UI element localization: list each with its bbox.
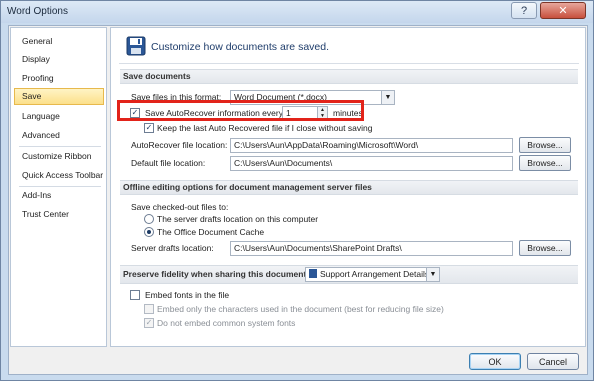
browse-label: Browse... (527, 140, 563, 150)
autorecover-location-label: AutoRecover file location: (131, 140, 228, 150)
browse-label: Browse... (527, 158, 563, 168)
cancel-button[interactable]: Cancel (527, 353, 579, 370)
browse-default-button[interactable]: Browse... (519, 155, 571, 171)
save-checked-out-label: Save checked-out files to: (131, 202, 229, 212)
server-drafts-value: C:\Users\Aun\Documents\SharePoint Drafts… (234, 243, 402, 253)
help-icon: ? (520, 4, 528, 17)
header-divider (119, 63, 579, 64)
default-location-value: C:\Users\Aun\Documents\ (234, 158, 333, 168)
radio-office-cache[interactable] (144, 227, 154, 237)
annotation-highlight-box (117, 100, 364, 121)
section-offline-editing: Offline editing options for document man… (120, 180, 578, 195)
nav-item-display[interactable]: Display (14, 51, 104, 68)
default-location-label: Default file location: (131, 158, 206, 168)
no-common-fonts-label: Do not embed common system fonts (157, 318, 296, 328)
nav-item-quick-access-toolbar[interactable]: Quick Access Toolbar (14, 167, 104, 184)
section-save-documents: Save documents (120, 69, 578, 84)
save-options-panel: Customize how documents are saved. Save … (110, 27, 586, 347)
nav-item-save[interactable]: Save (14, 88, 104, 105)
nav-item-add-ins[interactable]: Add-Ins (14, 187, 104, 204)
embed-fonts-label: Embed fonts in the file (145, 290, 230, 300)
nav-item-advanced[interactable]: Advanced (14, 127, 104, 144)
embed-fonts-checkbox[interactable] (130, 290, 140, 300)
ok-label: OK (488, 356, 502, 367)
fidelity-document-value: Support Arrangement Details (320, 269, 430, 279)
word-doc-icon (309, 269, 317, 278)
browse-server-drafts-button[interactable]: Browse... (519, 240, 571, 256)
dialog-body: General Display Proofing Save Language A… (8, 25, 588, 375)
nav-item-trust-center[interactable]: Trust Center (14, 206, 104, 223)
options-nav: General Display Proofing Save Language A… (10, 27, 107, 347)
cancel-label: Cancel (538, 356, 567, 367)
save-floppy-icon (126, 36, 146, 58)
radio-selected-dot (147, 230, 151, 234)
radio-server-drafts-label: The server drafts location on this compu… (157, 214, 319, 224)
fidelity-document-select[interactable]: Support Arrangement Details ▼ (305, 267, 440, 282)
radio-office-cache-label: The Office Document Cache (157, 227, 265, 237)
embed-chars-label: Embed only the characters used in the do… (157, 304, 444, 314)
ok-button[interactable]: OK (469, 353, 521, 370)
nav-item-language[interactable]: Language (14, 108, 104, 125)
nav-item-customize-ribbon[interactable]: Customize Ribbon (14, 148, 104, 165)
help-button[interactable]: ? (511, 2, 537, 19)
close-icon: ✕ (558, 5, 568, 17)
server-drafts-label: Server drafts location: (131, 243, 214, 253)
window-title: Word Options (7, 6, 68, 17)
close-button[interactable]: ✕ (540, 2, 586, 19)
keep-last-label: Keep the last Auto Recovered file if I c… (157, 123, 373, 133)
keep-last-checkbox[interactable]: ✓ (144, 123, 154, 133)
page-header: Customize how documents are saved. (151, 41, 330, 53)
embed-chars-checkbox[interactable] (144, 304, 154, 314)
chevron-down-icon: ▼ (426, 268, 439, 281)
nav-divider (19, 146, 101, 147)
nav-item-proofing[interactable]: Proofing (14, 70, 104, 87)
autorecover-location-input[interactable]: C:\Users\Aun\AppData\Roaming\Microsoft\W… (230, 138, 513, 153)
chevron-down-icon: ▼ (381, 91, 394, 104)
autorecover-location-value: C:\Users\Aun\AppData\Roaming\Microsoft\W… (234, 140, 419, 150)
nav-item-general[interactable]: General (14, 33, 104, 50)
word-options-dialog: Word Options ? ✕ General Display Proofin… (0, 0, 594, 381)
fidelity-title: Preserve fidelity when sharing this docu… (123, 269, 310, 279)
default-location-input[interactable]: C:\Users\Aun\Documents\ (230, 156, 513, 171)
no-common-fonts-checkbox[interactable]: ✓ (144, 318, 154, 328)
radio-server-drafts[interactable] (144, 214, 154, 224)
browse-label: Browse... (527, 243, 563, 253)
browse-autorecover-button[interactable]: Browse... (519, 137, 571, 153)
server-drafts-input[interactable]: C:\Users\Aun\Documents\SharePoint Drafts… (230, 241, 513, 256)
title-bar[interactable]: Word Options ? ✕ (1, 1, 593, 23)
